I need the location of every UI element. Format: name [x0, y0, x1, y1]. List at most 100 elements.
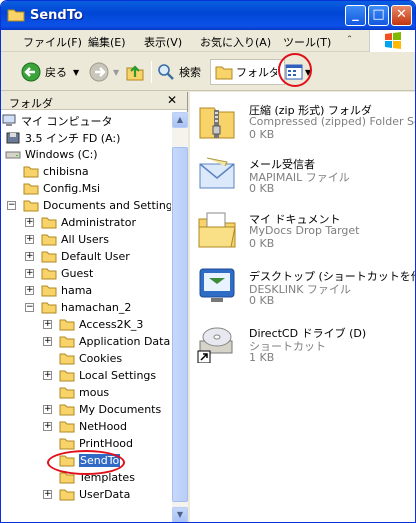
- folder-pane-close-icon[interactable]: ✕: [167, 93, 177, 107]
- file-item[interactable]: デスクトップ (ショートカットを作成)DESKLINK ファイル0 KB: [190, 262, 415, 317]
- search-label: 検索: [179, 66, 201, 79]
- scroll-thumb[interactable]: [172, 147, 188, 502]
- folder-title-icon: [7, 9, 25, 22]
- tree-item-label: 3.5 インチ FD (A:): [25, 131, 121, 145]
- tree-item-label: NetHood: [79, 420, 128, 433]
- maximize-button[interactable]: □: [368, 5, 389, 26]
- file-item[interactable]: 圧縮 (zip 形式) フォルダ Compressed (zipped) Fold…: [190, 96, 415, 151]
- tree-item-label: Config.Msi: [43, 182, 101, 195]
- tree-expander[interactable]: +: [43, 405, 52, 414]
- tree-expander[interactable]: +: [43, 371, 52, 380]
- folder-icon: [41, 285, 57, 297]
- folders-button[interactable]: フォルダ: [210, 59, 285, 85]
- folder-pane-title: フォルダ: [9, 97, 53, 110]
- folder-icon: [41, 302, 57, 314]
- tree-item[interactable]: chibisna: [23, 163, 89, 180]
- tree-item[interactable]: Documents and Settings: [23, 197, 171, 214]
- up-folder-button[interactable]: [125, 59, 145, 85]
- tree-expander[interactable]: −: [7, 201, 16, 210]
- tree-item[interactable]: NetHood: [59, 418, 127, 435]
- tree-item[interactable]: Guest: [41, 265, 93, 282]
- file-size: 0 KB: [249, 182, 275, 195]
- menu-edit[interactable]: 編集(E): [88, 34, 126, 50]
- computer-icon: [2, 114, 16, 126]
- scroll-up-arrow-icon[interactable]: ▲: [172, 112, 188, 128]
- tree-expander[interactable]: +: [43, 422, 52, 431]
- folder-icon: [59, 489, 75, 501]
- folder-icon: [59, 387, 75, 399]
- menu-overflow[interactable]: ＾: [344, 34, 355, 50]
- menu-file[interactable]: ファイル(F): [23, 34, 82, 50]
- tree-item[interactable]: UserData: [59, 486, 130, 503]
- tree-item[interactable]: Default User: [41, 248, 130, 265]
- file-size: 1 KB: [249, 351, 275, 364]
- tree-expander[interactable]: −: [25, 303, 34, 312]
- tree-item-label: UserData: [79, 488, 131, 501]
- tree-item-label: All Users: [61, 233, 109, 246]
- file-item[interactable]: DirectCD ドライブ (D) ショートカット 1 KB: [190, 319, 415, 374]
- tree-item[interactable]: Cookies: [59, 350, 122, 367]
- toolbar-separator: [151, 61, 152, 83]
- tree-item[interactable]: マイ コンピュータ: [1, 112, 113, 129]
- vertical-scrollbar[interactable]: ▲ ▼: [172, 112, 188, 522]
- tree-item-label: Cookies: [79, 352, 123, 365]
- my-documents-icon: [198, 212, 236, 248]
- highlight-circle-sendto: [47, 450, 125, 475]
- tree-expander[interactable]: +: [43, 320, 52, 329]
- folder-icon: [41, 217, 57, 229]
- folder-icon: [23, 183, 39, 195]
- close-button[interactable]: ✕: [391, 5, 412, 26]
- tree-expander[interactable]: +: [43, 490, 52, 499]
- menu-bar: ファイル(F) 編集(E) 表示(V) お気に入り(A) ツール(T) ＾: [1, 30, 415, 52]
- file-item[interactable]: マイ ドキュメント MyDocs Drop Target 0 KB: [190, 205, 415, 260]
- folder-icon: [59, 404, 75, 416]
- tree-expander[interactable]: +: [25, 252, 34, 261]
- minimize-button[interactable]: _: [345, 5, 366, 26]
- file-list: 圧縮 (zip 形式) フォルダ Compressed (zipped) Fold…: [190, 92, 415, 522]
- toolbar: 戻る ▼ ▼ 検索 フォルダ ▼: [1, 53, 415, 91]
- menu-view[interactable]: 表示(V): [144, 34, 182, 50]
- back-button[interactable]: 戻る ▼: [21, 59, 79, 85]
- tree-item[interactable]: hama: [41, 282, 92, 299]
- tree-item-label: Administrator: [61, 216, 136, 229]
- tree-item[interactable]: My Documents: [59, 401, 161, 418]
- tree-item[interactable]: Access2K_3: [59, 316, 143, 333]
- search-button[interactable]: 検索: [157, 59, 201, 85]
- forward-dropdown-icon[interactable]: ▼: [113, 68, 119, 77]
- drive-icon: [5, 151, 21, 159]
- menu-tools[interactable]: ツール(T): [283, 34, 331, 50]
- folder-icon: [41, 251, 57, 263]
- tree-item[interactable]: All Users: [41, 231, 109, 248]
- forward-button[interactable]: ▼: [89, 59, 119, 85]
- tree-item[interactable]: Local Settings: [59, 367, 156, 384]
- tree-expander[interactable]: +: [25, 235, 34, 244]
- tree-expander[interactable]: +: [43, 337, 52, 346]
- tree-item[interactable]: hamachan_2: [41, 299, 131, 316]
- menu-favorites[interactable]: お気に入り(A): [200, 34, 271, 50]
- title-bar[interactable]: SendTo _ □ ✕: [1, 1, 415, 30]
- windows-logo-icon: [369, 30, 415, 52]
- folder-pane-header: フォルダ ✕: [1, 92, 187, 110]
- folder-icon: [59, 319, 75, 331]
- tree-item[interactable]: Windows (C:): [5, 146, 98, 163]
- scroll-down-arrow-icon[interactable]: ▼: [172, 507, 188, 522]
- tree-item[interactable]: Config.Msi: [23, 180, 100, 197]
- tree-expander[interactable]: +: [25, 286, 34, 295]
- tree-item[interactable]: mous: [59, 384, 109, 401]
- tree-expander[interactable]: +: [25, 269, 34, 278]
- tree-item-label: My Documents: [79, 403, 162, 416]
- back-label: 戻る: [45, 66, 67, 79]
- folder-icon: [41, 268, 57, 280]
- tree-item[interactable]: 3.5 インチ FD (A:): [5, 129, 120, 146]
- file-item[interactable]: メール受信者 MAPIMAIL ファイル 0 KB: [190, 150, 415, 205]
- tree-item-label: Local Settings: [79, 369, 157, 382]
- back-dropdown-icon[interactable]: ▼: [73, 68, 79, 77]
- folder-icon: [59, 438, 75, 450]
- cd-drive-icon: [197, 327, 233, 363]
- file-size: 0 KB: [249, 294, 275, 307]
- folder-icon: [41, 234, 57, 246]
- window-title: SendTo: [30, 8, 83, 23]
- tree-item[interactable]: Application Data: [59, 333, 170, 350]
- tree-item[interactable]: Administrator: [41, 214, 136, 231]
- tree-expander[interactable]: +: [25, 218, 34, 227]
